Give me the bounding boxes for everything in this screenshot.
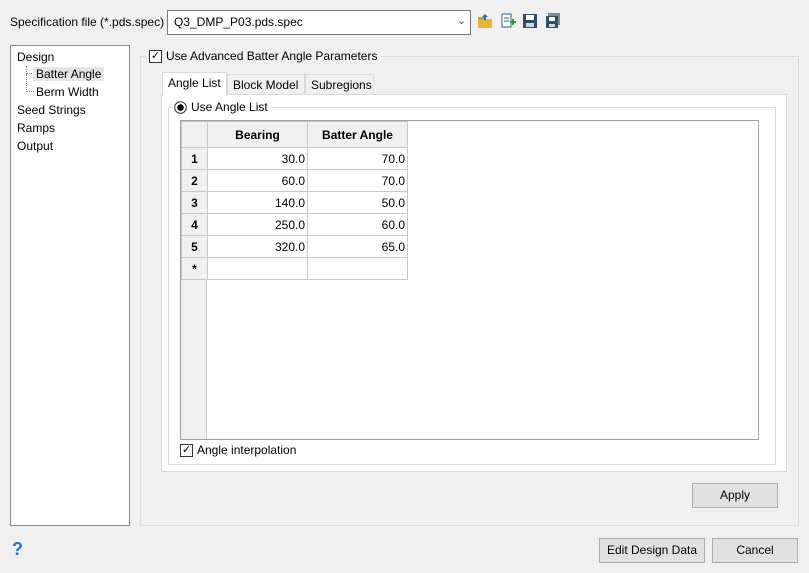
bearing-cell[interactable]: 30.0 [207,147,308,170]
spec-file-label: Specification file (*.pds.spec) [10,15,165,29]
tree-item-berm-width[interactable]: Berm Width [36,85,99,99]
angle-interpolation-checkbox[interactable]: ✓ [180,443,193,457]
save-as-icon[interactable] [545,13,561,29]
angle-interpolation-row[interactable]: ✓ Angle interpolation [180,443,296,457]
tree-item-seed-strings[interactable]: Seed Strings [17,103,86,117]
angle-interpolation-label: Angle interpolation [197,443,297,457]
batter-angle-cell[interactable]: 50.0 [307,191,408,214]
new-row[interactable]: * [181,257,408,280]
new-row-header[interactable]: * [181,257,208,280]
batter-angle-cell[interactable]: 65.0 [307,235,408,258]
apply-button[interactable]: Apply [692,483,778,508]
advanced-checkbox-row[interactable]: ✓ Use Advanced Batter Angle Parameters [146,49,381,63]
tree-item-ramps[interactable]: Ramps [17,121,55,135]
row-header[interactable]: 4 [181,213,208,236]
spec-file-value: Q3_DMP_P03.pds.spec [174,15,303,29]
use-angle-list-radio[interactable] [174,100,187,114]
advanced-label: Use Advanced Batter Angle Parameters [166,49,378,63]
table-row[interactable]: 1 30.0 70.0 [181,147,408,170]
table-row[interactable]: 3 140.0 50.0 [181,191,408,214]
angle-grid[interactable]: Bearing Batter Angle 1 30.0 70.0 2 60.0 70.0 3 1… [180,120,759,440]
use-angle-list-label: Use Angle List [191,100,268,114]
row-header[interactable]: 3 [181,191,208,214]
tab-angle-list[interactable]: Angle List [162,72,227,96]
tree-item-batter-angle[interactable]: Batter Angle [33,67,105,81]
open-folder-icon[interactable] [477,13,493,29]
navigation-tree: Design Batter Angle Berm Width Seed Stri… [10,45,130,526]
bearing-cell[interactable] [207,257,308,280]
cancel-button[interactable]: Cancel [712,538,798,563]
batter-angle-cell[interactable]: 70.0 [307,147,408,170]
batter-angle-cell[interactable] [307,257,408,280]
tree-item-output[interactable]: Output [17,139,53,153]
help-icon[interactable]: ? [12,539,23,560]
table-row[interactable]: 4 250.0 60.0 [181,213,408,236]
column-header-batter-angle[interactable]: Batter Angle [307,121,408,148]
table-row[interactable]: 2 60.0 70.0 [181,169,408,192]
bearing-cell[interactable]: 320.0 [207,235,308,258]
batter-angle-cell[interactable]: 60.0 [307,213,408,236]
row-header[interactable]: 5 [181,235,208,258]
table-row[interactable]: 5 320.0 65.0 [181,235,408,258]
save-icon[interactable] [522,13,538,29]
batter-angle-cell[interactable]: 70.0 [307,169,408,192]
row-header[interactable]: 2 [181,169,208,192]
column-header-bearing[interactable]: Bearing [207,121,308,148]
bearing-cell[interactable]: 250.0 [207,213,308,236]
new-file-icon[interactable] [500,13,516,29]
bearing-cell[interactable]: 60.0 [207,169,308,192]
use-angle-list-radio-row[interactable]: Use Angle List [172,100,270,114]
spec-file-combo[interactable]: Q3_DMP_P03.pds.spec ⌄ [167,10,471,35]
corner-header [181,121,208,148]
advanced-checkbox[interactable]: ✓ [149,49,162,63]
tab-subregions[interactable]: Subregions [305,74,374,95]
bearing-cell[interactable]: 140.0 [207,191,308,214]
chevron-down-icon[interactable]: ⌄ [457,14,466,27]
tab-block-model[interactable]: Block Model [227,74,305,95]
row-header[interactable]: 1 [181,147,208,170]
tree-item-design[interactable]: Design [17,50,54,64]
edit-design-data-button[interactable]: Edit Design Data [599,538,705,563]
